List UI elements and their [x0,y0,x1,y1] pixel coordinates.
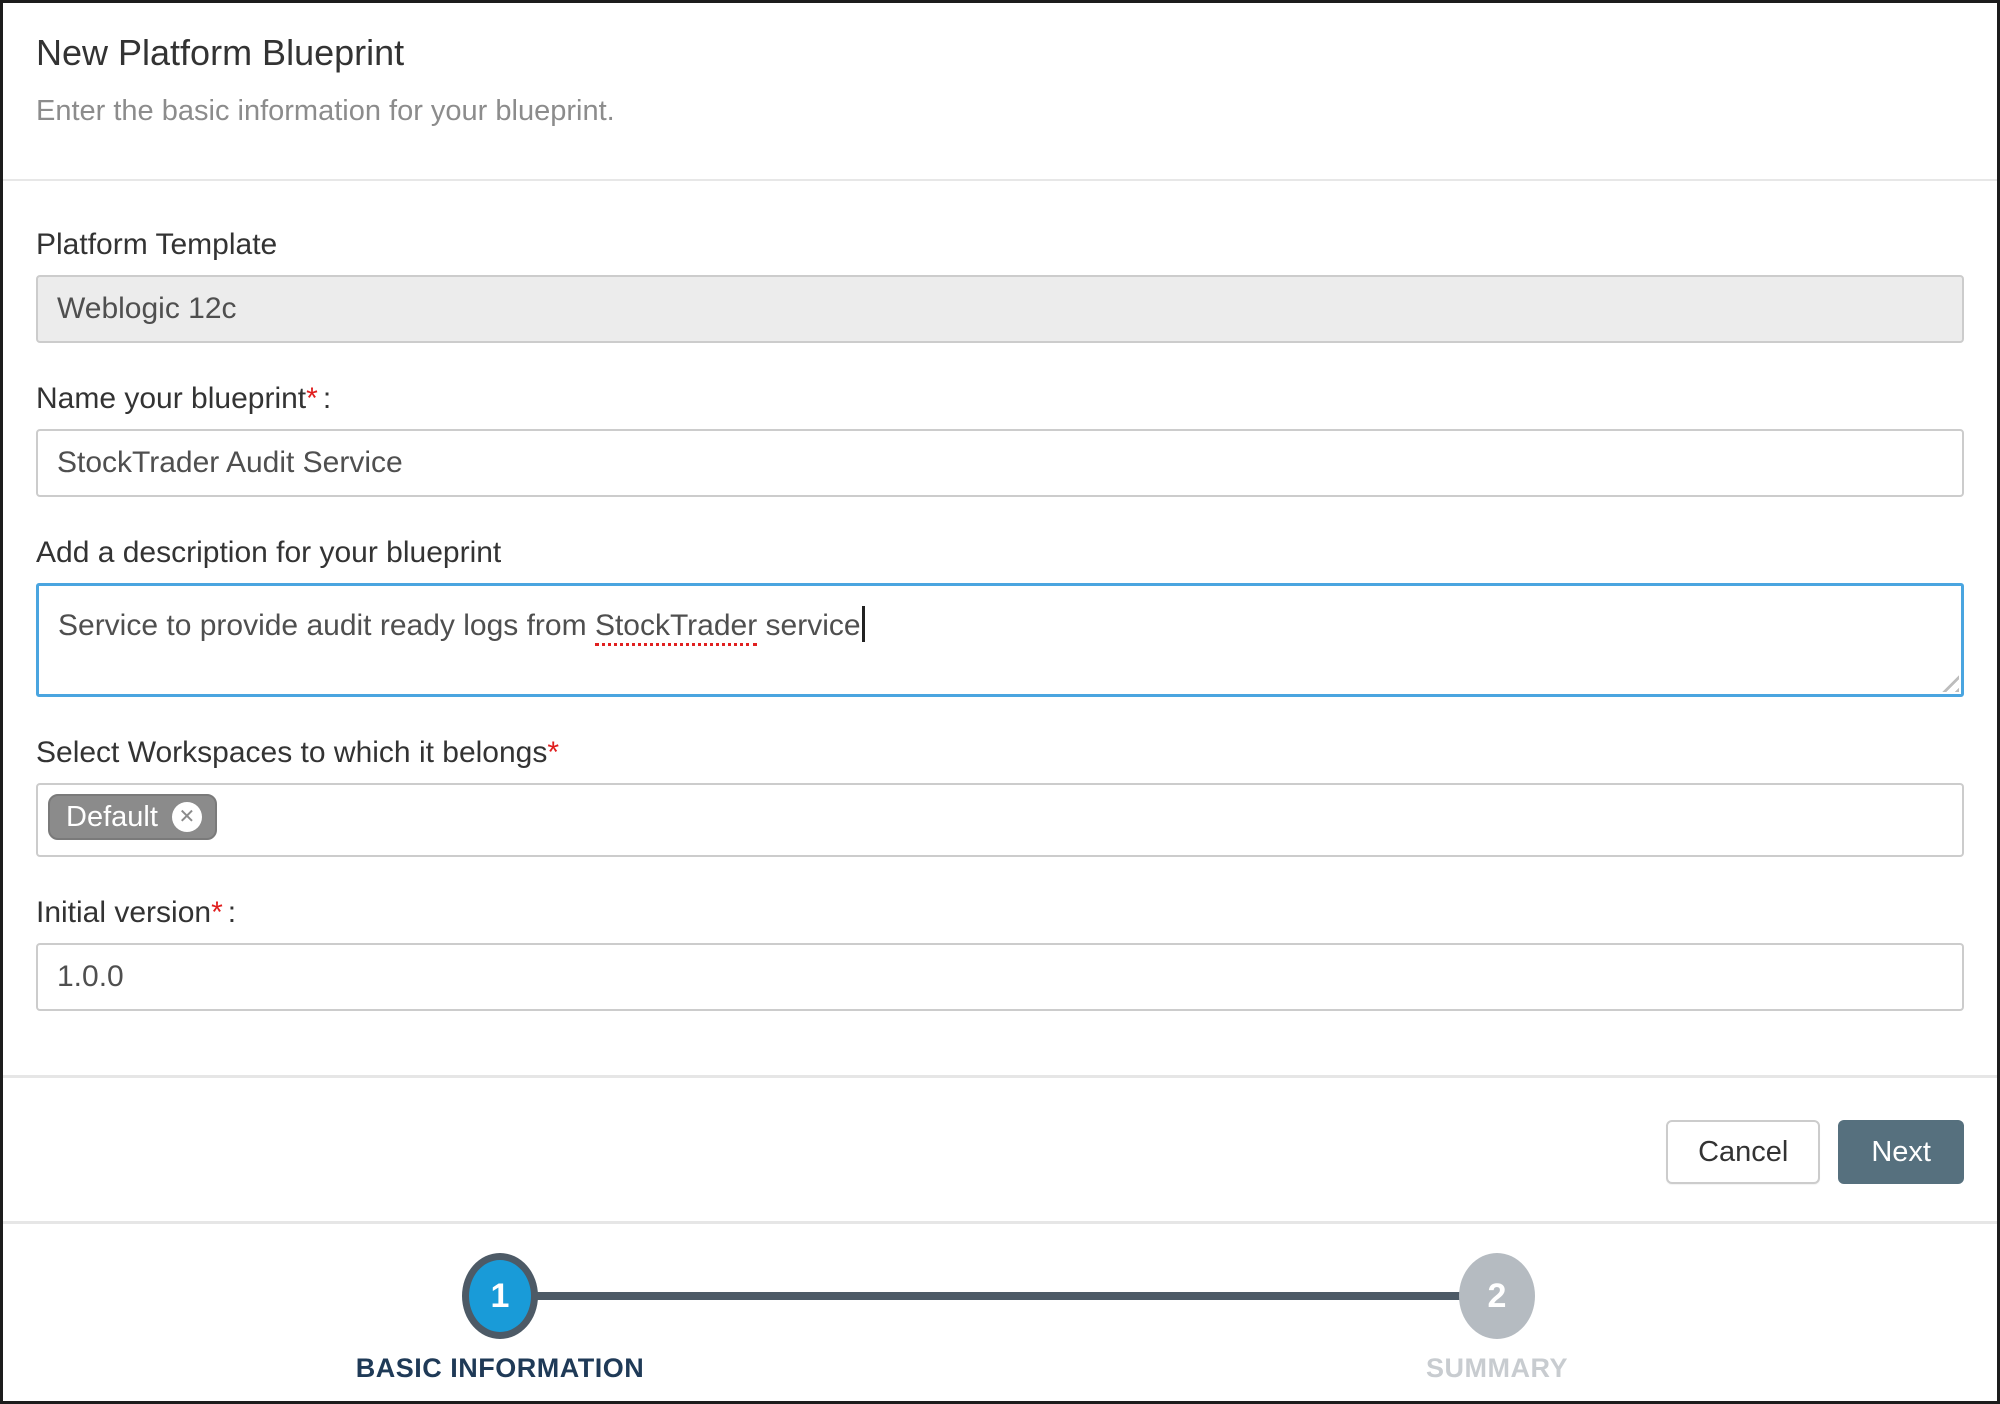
blueprint-form: Platform Template Name your blueprint*: … [3,181,1997,1078]
page-title: New Platform Blueprint [36,29,1964,77]
wizard-header: New Platform Blueprint Enter the basic i… [3,3,1997,181]
platform-template-label: Platform Template [36,227,1964,263]
initial-version-label-text: Initial version [36,896,211,929]
description-textarea[interactable]: Service to provide audit ready logs from… [36,583,1964,697]
wizard-stepper: 1 2 BASIC INFORMATION SUMMARY [3,1224,1997,1398]
required-asterisk: * [547,736,559,769]
text-caret [862,606,865,642]
required-asterisk: * [306,382,318,415]
description-misspelled-word: StockTrader [595,609,757,646]
workspace-tag: Default ✕ [48,794,217,840]
initial-version-input[interactable] [36,943,1964,1011]
page-subtitle: Enter the basic information for your blu… [36,95,1964,128]
required-asterisk: * [211,896,223,929]
next-button[interactable]: Next [1838,1120,1964,1184]
initial-version-label: Initial version*: [36,895,1964,931]
remove-tag-icon[interactable]: ✕ [172,802,202,832]
cancel-button[interactable]: Cancel [1666,1120,1820,1184]
step-1-indicator: 1 [462,1253,538,1339]
workspace-tag-label: Default [66,801,158,834]
blueprint-name-label-suffix: : [323,382,331,415]
workspaces-label: Select Workspaces to which it belongs* [36,735,1964,771]
resize-handle-icon[interactable] [1937,670,1959,692]
platform-template-input [36,275,1964,343]
step-connector-line [500,1292,1497,1300]
initial-version-label-suffix: : [228,896,236,929]
description-label-text: Add a description for your blueprint [36,536,501,569]
description-text-before: Service to provide audit ready logs from [58,609,595,642]
blueprint-name-label: Name your blueprint*: [36,381,1964,417]
blueprint-name-label-text: Name your blueprint [36,382,306,415]
action-bar: Cancel Next [3,1078,1997,1224]
description-label: Add a description for your blueprint [36,535,1964,571]
step-2-label: SUMMARY [1247,1353,1747,1384]
workspaces-select[interactable]: Default ✕ [36,783,1964,857]
description-text-after: service [757,609,860,642]
step-2-indicator: 2 [1459,1253,1535,1339]
blueprint-name-input[interactable] [36,429,1964,497]
workspaces-label-text: Select Workspaces to which it belongs [36,736,547,769]
platform-template-label-text: Platform Template [36,228,277,261]
step-1-label: BASIC INFORMATION [250,1353,750,1384]
